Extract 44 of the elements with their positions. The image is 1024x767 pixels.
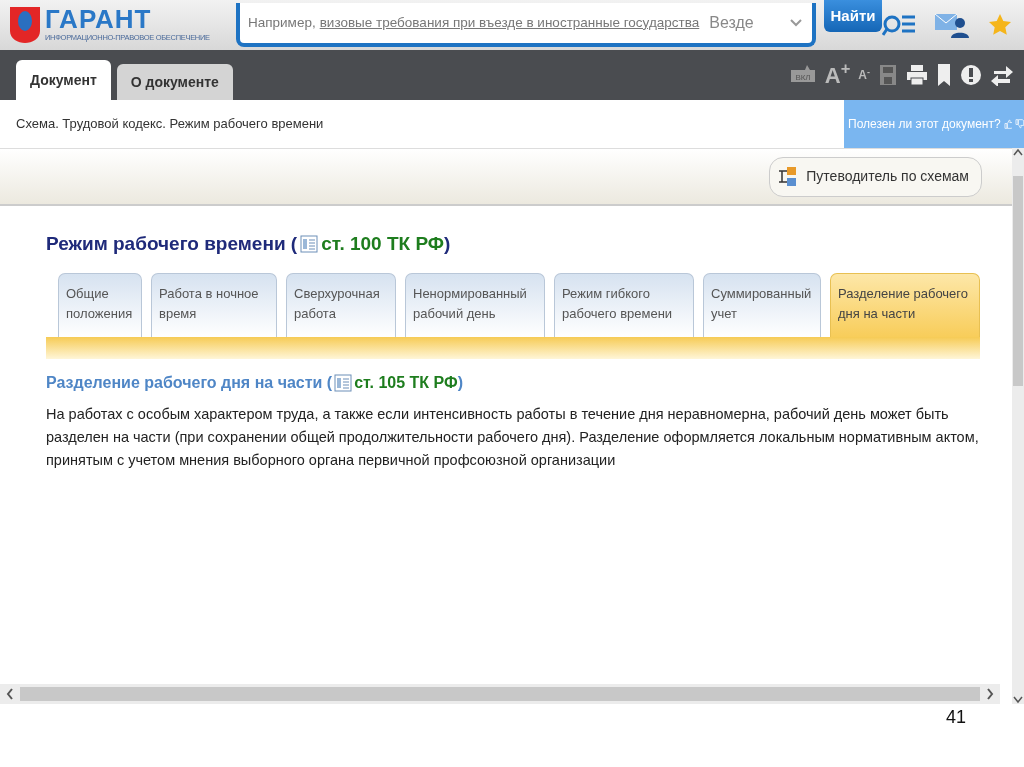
topic-tab[interactable]: Разделение рабочего дня на части — [830, 272, 980, 337]
chevron-down-icon — [790, 19, 802, 27]
bookmark-icon[interactable] — [936, 63, 952, 87]
scroll-down-icon[interactable] — [1013, 696, 1023, 704]
topic-tab[interactable]: Работа в ночное время — [151, 272, 277, 337]
scroll-right-icon[interactable] — [986, 688, 994, 700]
document-title: Режим рабочего времени ( — [46, 232, 298, 256]
slide-number: 41 — [944, 706, 967, 729]
bracket-text: ) — [444, 232, 451, 256]
topic-tab[interactable]: Режим гибкого рабочего времени — [554, 272, 694, 337]
diagram-icon — [778, 165, 799, 188]
mail-contacts-icon[interactable] — [934, 11, 970, 39]
vertical-scrollbar[interactable] — [1012, 148, 1024, 704]
search-button[interactable]: Найти — [824, 0, 882, 32]
font-decrease-button[interactable]: A$^{-}$ — [858, 66, 870, 84]
feedback-question: Полезен ли этот документ? — [848, 116, 1001, 133]
guide-button[interactable]: Путеводитель по схемам — [769, 156, 982, 197]
section-text: На работах с особым характером труда, а также если интенсивность работы в течение дня неравномерна, рабочий день может быть разделен на части (при сохранении общей продолжительности рабочего дня). Разделение оформляется локальным нормативным актом, принятым с учетом мнения выборного органа первичной профсоюзной организации — [46, 404, 980, 470]
swap-arrows-icon[interactable] — [990, 64, 1014, 86]
logo-icon — [8, 5, 42, 45]
topic-tab[interactable]: Сверхурочная работа — [286, 272, 396, 337]
print-icon[interactable] — [906, 64, 928, 86]
topic-tab[interactable]: Общие положения — [58, 272, 142, 337]
save-icon[interactable] — [878, 64, 898, 86]
scroll-up-icon[interactable] — [1013, 148, 1023, 156]
star-icon[interactable] — [988, 13, 1012, 37]
document-icon — [334, 373, 353, 392]
logo-text: ГАРАНТ — [45, 6, 153, 33]
document-icon — [300, 235, 319, 254]
scroll-left-icon[interactable] — [6, 688, 14, 700]
bracket-text: ) — [457, 372, 463, 393]
document-tab[interactable]: О документе — [116, 64, 233, 100]
document-tab[interactable]: Документ — [16, 60, 111, 100]
article-link[interactable]: ст. 105 ТК РФ — [354, 370, 458, 395]
section-heading: Разделение рабочего дня на части ( — [46, 372, 333, 393]
search-field[interactable]: Например, визовые требования при въезде в иностранные государства Везде — [236, 3, 816, 47]
scope-dropdown[interactable]: Везде — [699, 3, 812, 43]
topic-tab[interactable]: Ненормированный рабочий день — [405, 272, 545, 337]
article-link[interactable]: ст. 100 ТК РФ — [321, 230, 445, 259]
breadcrumb: Схема. Трудовой кодекс. Режим рабочего времени — [16, 115, 324, 134]
alert-icon[interactable] — [960, 64, 982, 86]
font-increase-button[interactable]: A$^{+}$ — [824, 58, 851, 92]
horizontal-scrollbar[interactable] — [0, 684, 1000, 704]
topic-tab[interactable]: Суммированный учет — [703, 272, 821, 337]
